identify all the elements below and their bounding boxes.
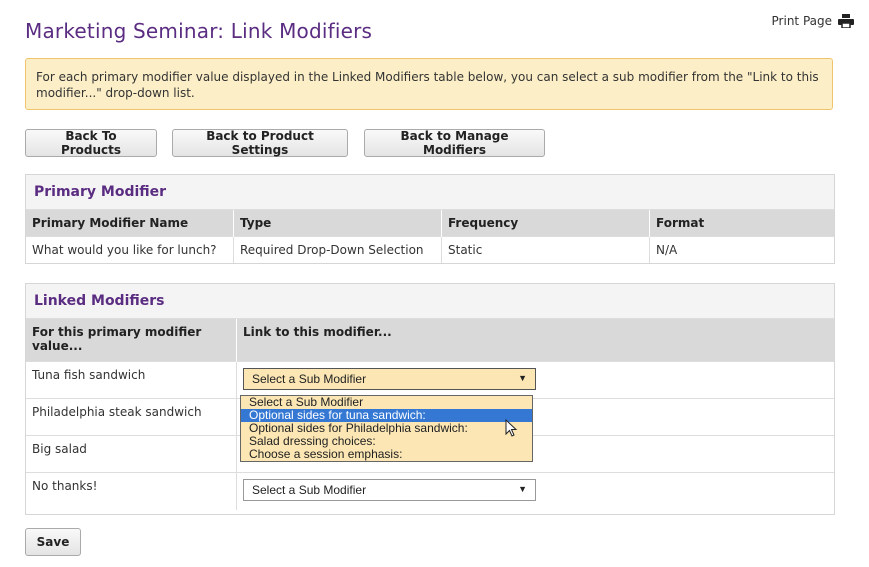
modifier-frequency-cell: Static: [441, 236, 650, 263]
linked-modifiers-heading: Linked Modifiers: [26, 284, 834, 319]
back-to-product-settings-button[interactable]: Back to Product Settings: [172, 129, 348, 157]
column-header: Primary Modifier Name: [26, 210, 234, 237]
column-header: For this primary modifier value...: [26, 319, 237, 362]
sub-modifier-dropdown-list[interactable]: Select a Sub Modifier Optional sides for…: [240, 395, 533, 462]
sub-modifier-select[interactable]: Select a Sub Modifier ▼: [243, 368, 536, 390]
modifier-type-cell: Required Drop-Down Selection: [233, 236, 442, 263]
select-value: Select a Sub Modifier: [252, 483, 367, 497]
column-header: Format: [649, 210, 834, 237]
print-page-link[interactable]: Print Page: [771, 14, 854, 29]
info-notice: For each primary modifier value displaye…: [25, 58, 833, 110]
back-to-products-button[interactable]: Back To Products: [25, 129, 157, 157]
modifier-value-cell: Tuna fish sandwich: [26, 361, 237, 399]
table-row: No thanks! Select a Sub Modifier ▼: [26, 472, 834, 510]
column-header: Link to this modifier...: [236, 319, 834, 362]
modifier-value-cell: Big salad: [26, 435, 237, 473]
dropdown-option[interactable]: Choose a session emphasis:: [241, 448, 532, 461]
primary-modifier-table: Primary Modifier Name Type Frequency For…: [26, 210, 834, 263]
column-header: Type: [233, 210, 442, 237]
select-value: Select a Sub Modifier: [252, 372, 367, 386]
save-button[interactable]: Save: [25, 528, 81, 556]
mouse-cursor-icon: [505, 418, 519, 443]
dropdown-arrow-icon: ▼: [518, 373, 527, 383]
print-page-label: Print Page: [771, 14, 832, 28]
modifier-value-cell: Philadelphia steak sandwich: [26, 398, 237, 436]
printer-icon[interactable]: [838, 14, 854, 29]
table-row: What would you like for lunch? Required …: [26, 236, 834, 263]
sub-modifier-select[interactable]: Select a Sub Modifier ▼: [243, 479, 536, 501]
back-to-manage-modifiers-button[interactable]: Back to Manage Modifiers: [364, 129, 545, 157]
modifier-value-cell: No thanks!: [26, 472, 237, 510]
primary-modifier-heading: Primary Modifier: [26, 175, 834, 210]
primary-modifier-panel: Primary Modifier Primary Modifier Name T…: [25, 174, 835, 264]
modifier-name-cell: What would you like for lunch?: [26, 236, 234, 263]
dropdown-arrow-icon: ▼: [518, 484, 527, 494]
column-header: Frequency: [441, 210, 650, 237]
page-title: Marketing Seminar: Link Modifiers: [25, 19, 373, 43]
modifier-format-cell: N/A: [649, 236, 834, 263]
table-row: Tuna fish sandwich Select a Sub Modifier…: [26, 361, 834, 399]
